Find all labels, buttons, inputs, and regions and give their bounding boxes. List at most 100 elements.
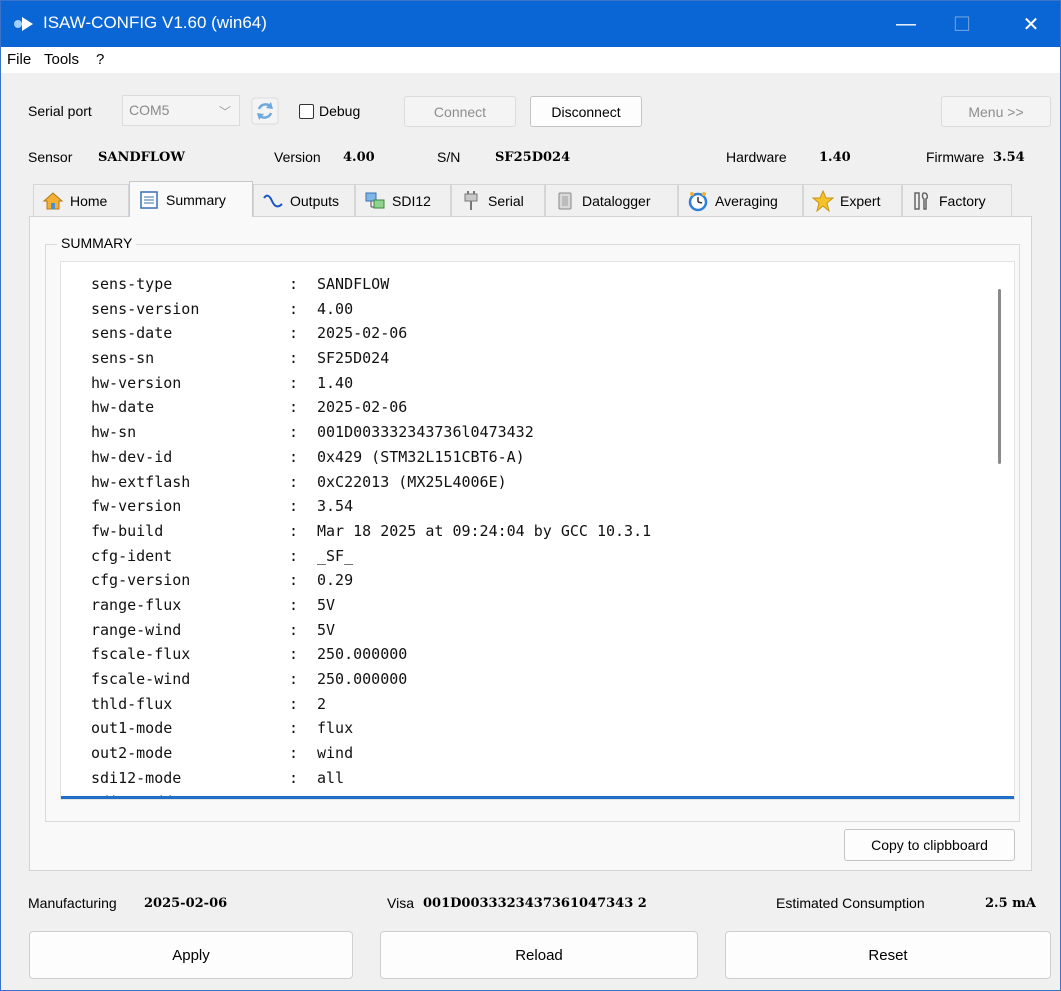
menu-help[interactable]: ? [96,51,104,68]
app-icon [14,17,33,31]
connect-button: Connect [404,96,516,127]
summary-separator: : [289,521,299,540]
summary-value: SF25D024 [317,349,390,368]
sensor-label: Sensor [28,149,73,165]
tab-averaging[interactable]: Averaging [678,184,803,216]
star-icon [812,189,834,212]
summary-key: range-wind [91,620,182,639]
summary-separator: : [289,275,299,293]
debug-label: Debug [319,103,361,119]
summary-separator: : [289,373,299,392]
tab-summary[interactable]: Summary [129,181,253,217]
firmware-label: Firmware [926,149,985,165]
tab-serial-label: Serial [488,192,524,209]
window-title: ISAW-CONFIG V1.60 (win64) [43,13,267,32]
visa-label: Visa [387,895,414,911]
summary-separator: : [289,694,299,713]
summary-separator: : [289,546,299,565]
tab-sdi12[interactable]: SDI12 [355,184,451,216]
summary-separator: : [289,670,299,688]
summary-line: hw-sn:001D003332343736l0473432 [91,420,651,445]
summary-key: sens-version [91,299,200,318]
summary-line: sens-date:2025-02-06 [91,321,651,346]
version-label: Version [274,149,321,165]
disconnect-button[interactable]: Disconnect [530,96,642,127]
summary-line: range-wind:5V [91,618,651,643]
summary-textbox[interactable]: sens-type: SANDFLOW sens-version:4.00 sens-… [60,261,1015,800]
minimize-button[interactable]: — [878,1,934,47]
summary-value: 2025-02-06 [317,324,408,343]
summary-value: 5V [317,620,336,639]
tab-datalogger[interactable]: Datalogger [545,184,678,216]
close-button[interactable]: ✕ [1003,1,1059,47]
tab-expert[interactable]: Expert [803,184,902,216]
summary-separator: : [289,423,299,442]
tab-factory[interactable]: Factory [902,184,1012,216]
summary-group-title: SUMMARY [57,235,137,251]
summary-separator: : [289,299,299,318]
sensor-value: SANDFLOW [98,150,185,165]
summary-key: fw-version [91,497,182,516]
summary-lines: sens-type: SANDFLOW sens-version:4.00 sens-… [91,272,651,799]
summary-key: out1-mode [91,719,173,738]
summary-value: all [317,768,345,787]
menu-tools[interactable]: Tools [44,51,79,68]
datalogger-icon [558,192,572,209]
summary-line: fw-version:3.54 [91,494,651,519]
summary-separator: : [289,447,299,466]
reload-button[interactable]: Reload [380,931,698,979]
summary-key: sens-date [91,324,173,343]
consumption-label: Estimated Consumption [776,895,925,911]
copy-to-clipboard-button[interactable]: Copy to clipbboard [844,829,1015,861]
summary-line: sens-type: SANDFLOW [91,272,651,297]
summary-key: fscale-flux [91,645,191,664]
summary-separator: : [289,719,299,738]
summary-separator: : [289,645,299,664]
manufacturing-label: Manufacturing [28,895,117,911]
summary-value: 001D003332343736l0473432 [317,423,534,442]
tab-datalogger-label: Datalogger [582,192,651,209]
apply-button[interactable]: Apply [29,931,353,979]
summary-line: hw-date:2025-02-06 [91,395,651,420]
summary-line: cfg-ident: _SF_ [91,544,651,569]
summary-key: range-flux [91,595,182,614]
summary-value: 0xC22013 (MX25L4006E) [317,472,507,491]
consumption-value: 2.5 mA [985,896,1036,911]
menu-file[interactable]: File [7,51,31,68]
menu-bar: File Tools ? [1,47,1060,73]
reset-button[interactable]: Reset [725,931,1051,979]
summary-separator: : [289,324,299,343]
summary-scrollbar[interactable] [998,289,1001,464]
summary-key: hw-version [91,373,182,392]
summary-value: 1.40 [317,373,354,392]
summary-line: thld-flux:2 [91,692,651,717]
summary-key: sdi12-mode [91,768,182,787]
title-bar[interactable]: ISAW-CONFIG V1.60 (win64) — ☐ ✕ [1,1,1060,47]
summary-value: 250.000000 [317,645,408,664]
summary-value: 250.000000 [317,670,408,688]
document-icon [140,190,158,209]
manufacturing-value: 2025-02-06 [144,896,228,911]
summary-separator: : [289,620,299,639]
tab-serial[interactable]: Serial [451,184,545,216]
tab-outputs[interactable]: Outputs [253,184,355,216]
summary-line: sens-sn: SF25D024 [91,346,651,371]
summary-key: hw-sn [91,423,137,442]
summary-value: 3.54 [317,497,354,516]
summary-value: SANDFLOW [317,275,390,293]
summary-key: sens-sn [91,349,155,368]
summary-line: fscale-flux:250.000000 [91,642,651,667]
summary-line: hw-version:1.40 [91,371,651,396]
tab-home[interactable]: Home [33,184,129,216]
summary-key: cfg-ident [91,546,173,565]
clock-icon [688,191,708,211]
hardware-value: 1.40 [819,150,851,165]
tab-averaging-label: Averaging [715,192,778,209]
summary-key: cfg-version [91,571,191,590]
debug-checkbox[interactable] [299,104,314,119]
tab-sdi12-label: SDI12 [392,192,431,209]
summary-line: sens-version:4.00 [91,297,651,322]
summary-separator: : [289,768,299,787]
serial-port-value: COM5 [129,102,170,118]
summary-key: hw-date [91,398,155,417]
